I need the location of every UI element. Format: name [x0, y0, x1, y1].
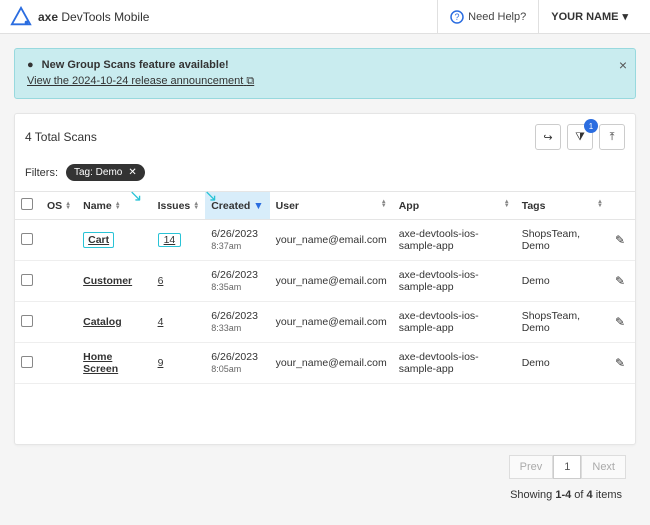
share-button[interactable]: ↪ [535, 124, 561, 150]
help-icon: ? [450, 10, 464, 24]
tags-cell: Demo [516, 343, 609, 384]
row-checkbox[interactable] [21, 315, 33, 327]
card-title: 4 Total Scans [25, 130, 97, 144]
brand-rest: DevTools Mobile [61, 10, 149, 24]
issues-link[interactable]: 14 [152, 220, 206, 261]
scan-name-link[interactable]: Catalog [77, 302, 151, 343]
upload-button[interactable]: ⤒ [599, 124, 625, 150]
app-cell: axe-devtools-ios-sample-app [393, 261, 516, 302]
app-cell: axe-devtools-ios-sample-app [393, 302, 516, 343]
col-name[interactable]: Name▲▼ [77, 192, 151, 220]
user-cell: your_name@email.com [270, 261, 393, 302]
announcement-link[interactable]: View the 2024-10-24 release announcement… [27, 75, 254, 87]
col-issues[interactable]: Issues▲▼ [152, 192, 206, 220]
row-checkbox[interactable] [21, 274, 33, 286]
col-tags[interactable]: Tags▲▼ [516, 192, 609, 220]
col-user[interactable]: User▲▼ [270, 192, 393, 220]
user-cell: your_name@email.com [270, 302, 393, 343]
user-menu[interactable]: YOUR NAME ▾ [538, 0, 640, 34]
edit-icon[interactable]: ✎ [615, 233, 625, 247]
prev-button[interactable]: Prev [509, 455, 554, 479]
col-app[interactable]: App▲▼ [393, 192, 516, 220]
edit-icon[interactable]: ✎ [615, 356, 625, 370]
user-cell: your_name@email.com [270, 343, 393, 384]
help-link[interactable]: ? Need Help? [437, 0, 538, 34]
pagination: Prev 1 Next [509, 455, 626, 479]
tags-cell: Demo [516, 261, 609, 302]
col-created[interactable]: Created ▼ [205, 192, 269, 220]
funnel-icon: ⧩ [575, 131, 585, 144]
external-link-icon: ⧉ [246, 75, 254, 87]
table-row: Home Screen96/26/20238:05amyour_name@ema… [15, 343, 635, 384]
app-cell: axe-devtools-ios-sample-app [393, 343, 516, 384]
brand: axe DevTools Mobile [10, 6, 149, 28]
tags-cell: ShopsTeam, Demo [516, 220, 609, 261]
caret-down-icon: ▾ [622, 10, 628, 23]
filters-label: Filters: [25, 167, 58, 179]
table-row: Customer66/26/20238:35amyour_name@email.… [15, 261, 635, 302]
select-all-checkbox[interactable] [21, 198, 33, 210]
table-row: Cart146/26/20238:37amyour_name@email.com… [15, 220, 635, 261]
info-icon: ● [27, 59, 34, 71]
showing-text: Showing 1-4 of 4 items [510, 489, 626, 501]
issues-link[interactable]: 4 [152, 302, 206, 343]
share-icon: ↪ [543, 131, 552, 144]
created-cell: 6/26/20238:05am [205, 343, 269, 384]
filter-chip[interactable]: Tag: Demo✕ [66, 164, 145, 181]
row-checkbox[interactable] [21, 233, 33, 245]
close-icon[interactable]: × [619, 57, 627, 73]
row-checkbox[interactable] [21, 356, 33, 368]
edit-icon[interactable]: ✎ [615, 315, 625, 329]
col-os[interactable]: OS▲▼ [41, 192, 77, 220]
brand-bold: axe [38, 10, 58, 24]
upload-icon: ⤒ [610, 131, 615, 144]
axe-logo-icon [10, 6, 32, 28]
svg-text:?: ? [455, 12, 460, 22]
app-cell: axe-devtools-ios-sample-app [393, 220, 516, 261]
created-cell: 6/26/20238:33am [205, 302, 269, 343]
announcement-banner: ●New Group Scans feature available! View… [14, 48, 636, 99]
scan-name-link[interactable]: Home Screen [77, 343, 151, 384]
issues-link[interactable]: 9 [152, 343, 206, 384]
created-cell: 6/26/20238:35am [205, 261, 269, 302]
tags-cell: ShopsTeam, Demo [516, 302, 609, 343]
user-cell: your_name@email.com [270, 220, 393, 261]
page-number[interactable]: 1 [553, 455, 581, 479]
filter-badge: 1 [584, 119, 598, 133]
sort-desc-icon: ▼ [253, 200, 263, 212]
created-cell: 6/26/20238:37am [205, 220, 269, 261]
table-row: Catalog46/26/20238:33amyour_name@email.c… [15, 302, 635, 343]
edit-icon[interactable]: ✎ [615, 274, 625, 288]
scan-name-link[interactable]: Cart [77, 220, 151, 261]
scans-table: OS▲▼ Name▲▼ Issues▲▼ Created ▼ User▲▼ Ap… [15, 191, 635, 384]
issues-link[interactable]: 6 [152, 261, 206, 302]
next-button[interactable]: Next [581, 455, 626, 479]
chip-remove-icon[interactable]: ✕ [128, 167, 136, 178]
scan-name-link[interactable]: Customer [77, 261, 151, 302]
filter-button[interactable]: ⧩1 [567, 124, 593, 150]
